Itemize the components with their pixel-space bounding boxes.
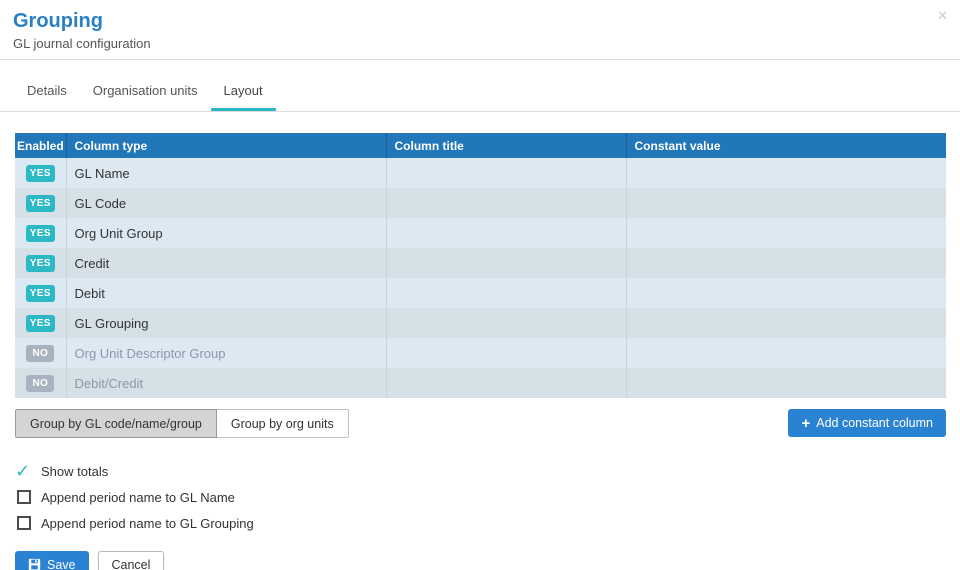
column-header-column-type: Column type: [66, 133, 386, 158]
enabled-toggle-badge[interactable]: YES: [26, 255, 55, 272]
table-header-row: EnabledColumn typeColumn titleConstant v…: [15, 133, 946, 158]
plus-icon: +: [801, 416, 810, 431]
toggle-group-by-org-units[interactable]: Group by org units: [216, 409, 349, 438]
tab-details[interactable]: Details: [14, 74, 80, 111]
tab-bar: DetailsOrganisation unitsLayout: [0, 74, 960, 112]
column-header-column-title: Column title: [386, 133, 626, 158]
table-row: YES Credit: [15, 248, 946, 278]
tab-organisation-units[interactable]: Organisation units: [80, 74, 211, 111]
options-checkbox-section: ✓ Show totals Append period name to GL Nam…: [15, 458, 946, 536]
column-title-cell: [386, 158, 626, 188]
column-type-cell: Debit/Credit: [66, 368, 386, 398]
column-type-cell: Credit: [66, 248, 386, 278]
save-icon: [28, 558, 41, 570]
modal-subtitle: GL journal configuration: [13, 36, 944, 59]
enabled-toggle-badge[interactable]: YES: [26, 165, 55, 182]
save-button-label: Save: [47, 558, 76, 570]
add-constant-column-button[interactable]: + Add constant column: [788, 409, 946, 437]
empty-checkbox-icon: [17, 490, 31, 504]
enabled-toggle-badge[interactable]: NO: [26, 375, 54, 392]
column-type-cell: Debit: [66, 278, 386, 308]
table-row: NO Org Unit Descriptor Group: [15, 338, 946, 368]
column-type-cell: Org Unit Group: [66, 218, 386, 248]
table-row: YES GL Grouping: [15, 308, 946, 338]
column-title-cell: [386, 278, 626, 308]
column-title-cell: [386, 248, 626, 278]
table-row: YES Org Unit Group: [15, 218, 946, 248]
checkbox-label: Show totals: [41, 464, 108, 479]
constant-value-cell: [626, 368, 946, 398]
constant-value-cell: [626, 338, 946, 368]
constant-value-cell: [626, 278, 946, 308]
footer-actions: Save Cancel: [15, 551, 946, 570]
checkmark-icon: ✓: [15, 464, 33, 478]
enabled-cell: YES: [15, 248, 66, 278]
enabled-cell: NO: [15, 368, 66, 398]
table-row: YES Debit: [15, 278, 946, 308]
table-row: YES GL Name: [15, 158, 946, 188]
checkbox-show-totals[interactable]: ✓ Show totals: [15, 458, 946, 484]
save-button[interactable]: Save: [15, 551, 89, 570]
layout-columns-table: EnabledColumn typeColumn titleConstant v…: [15, 133, 946, 398]
enabled-toggle-badge[interactable]: YES: [26, 315, 55, 332]
constant-value-cell: [626, 158, 946, 188]
table-row: YES GL Code: [15, 188, 946, 218]
column-type-cell: GL Code: [66, 188, 386, 218]
column-title-cell: [386, 308, 626, 338]
modal-header: Grouping GL journal configuration ✕: [0, 0, 960, 59]
constant-value-cell: [626, 248, 946, 278]
controls-row: Group by GL code/name/groupGroup by org …: [15, 409, 946, 438]
column-header-enabled: Enabled: [15, 133, 66, 158]
column-header-constant-value: Constant value: [626, 133, 946, 158]
table-row: NO Debit/Credit: [15, 368, 946, 398]
header-divider: [0, 59, 960, 60]
cancel-button[interactable]: Cancel: [98, 551, 165, 570]
constant-value-cell: [626, 218, 946, 248]
checkbox-label: Append period name to GL Grouping: [41, 516, 254, 531]
enabled-cell: YES: [15, 308, 66, 338]
constant-value-cell: [626, 188, 946, 218]
column-type-cell: GL Name: [66, 158, 386, 188]
column-title-cell: [386, 188, 626, 218]
enabled-toggle-badge[interactable]: YES: [26, 225, 55, 242]
column-title-cell: [386, 368, 626, 398]
checkbox-label: Append period name to GL Name: [41, 490, 235, 505]
grouping-modal: Grouping GL journal configuration ✕ Deta…: [0, 0, 960, 570]
column-type-cell: Org Unit Descriptor Group: [66, 338, 386, 368]
group-by-toggle: Group by GL code/name/groupGroup by org …: [15, 409, 349, 438]
modal-content: EnabledColumn typeColumn titleConstant v…: [0, 133, 960, 570]
enabled-cell: YES: [15, 188, 66, 218]
enabled-cell: YES: [15, 218, 66, 248]
close-icon[interactable]: ✕: [937, 8, 948, 24]
checkbox-append-period-name-to-gl-name[interactable]: Append period name to GL Name: [15, 484, 946, 510]
toggle-group-by-gl-code-name-group[interactable]: Group by GL code/name/group: [15, 409, 217, 438]
add-constant-column-label: Add constant column: [816, 416, 933, 430]
tab-layout[interactable]: Layout: [211, 74, 276, 111]
column-title-cell: [386, 218, 626, 248]
empty-checkbox-icon: [17, 516, 31, 530]
enabled-cell: YES: [15, 158, 66, 188]
column-type-cell: GL Grouping: [66, 308, 386, 338]
constant-value-cell: [626, 308, 946, 338]
enabled-toggle-badge[interactable]: YES: [26, 285, 55, 302]
enabled-toggle-badge[interactable]: NO: [26, 345, 54, 362]
page-title: Grouping: [13, 8, 944, 34]
column-title-cell: [386, 338, 626, 368]
enabled-toggle-badge[interactable]: YES: [26, 195, 55, 212]
enabled-cell: YES: [15, 278, 66, 308]
checkbox-append-period-name-to-gl-grouping[interactable]: Append period name to GL Grouping: [15, 510, 946, 536]
enabled-cell: NO: [15, 338, 66, 368]
